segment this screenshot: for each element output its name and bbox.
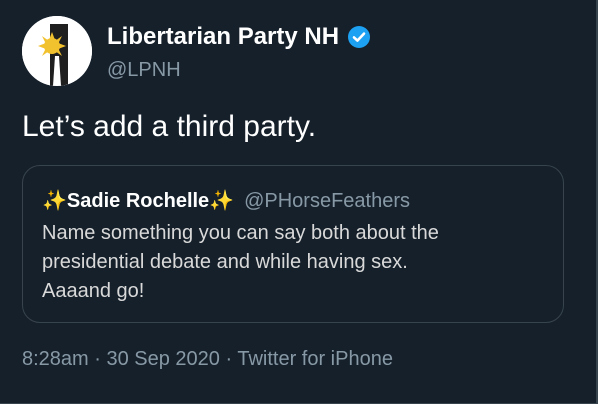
quoted-tweet-line: presidential debate and while having sex… bbox=[42, 251, 408, 273]
avatar[interactable] bbox=[22, 16, 92, 86]
author-display-name[interactable]: Libertarian Party NH bbox=[107, 22, 339, 52]
author-row: Libertarian Party NH bbox=[107, 22, 371, 52]
sparkle-icon: ✨ bbox=[209, 190, 235, 212]
tweet-metadata[interactable]: 8:28am · 30 Sep 2020 · Twitter for iPhon… bbox=[22, 346, 393, 372]
quoted-author-handle: @PHorseFeathers bbox=[244, 190, 411, 212]
quoted-tweet-line: Aaaand go! bbox=[42, 280, 145, 302]
quoted-tweet-card[interactable]: ✨ Sadie Rochelle ✨ @PHorseFeathers Name … bbox=[22, 165, 564, 323]
quoted-tweet-line: Name something you can say both about th… bbox=[42, 222, 439, 244]
author-handle[interactable]: @LPNH bbox=[107, 58, 181, 82]
quoted-author-display-name: Sadie Rochelle bbox=[66, 190, 210, 212]
party-logo-icon bbox=[22, 16, 92, 86]
verified-badge-icon bbox=[348, 26, 371, 48]
quoted-tweet-header: ✨ Sadie Rochelle ✨ @PHorseFeathers bbox=[42, 186, 410, 216]
tweet-text: Let’s add a third party. bbox=[22, 110, 317, 143]
quoted-tweet-text: Name something you can say both about th… bbox=[42, 219, 547, 306]
sparkle-icon: ✨ bbox=[42, 190, 67, 212]
